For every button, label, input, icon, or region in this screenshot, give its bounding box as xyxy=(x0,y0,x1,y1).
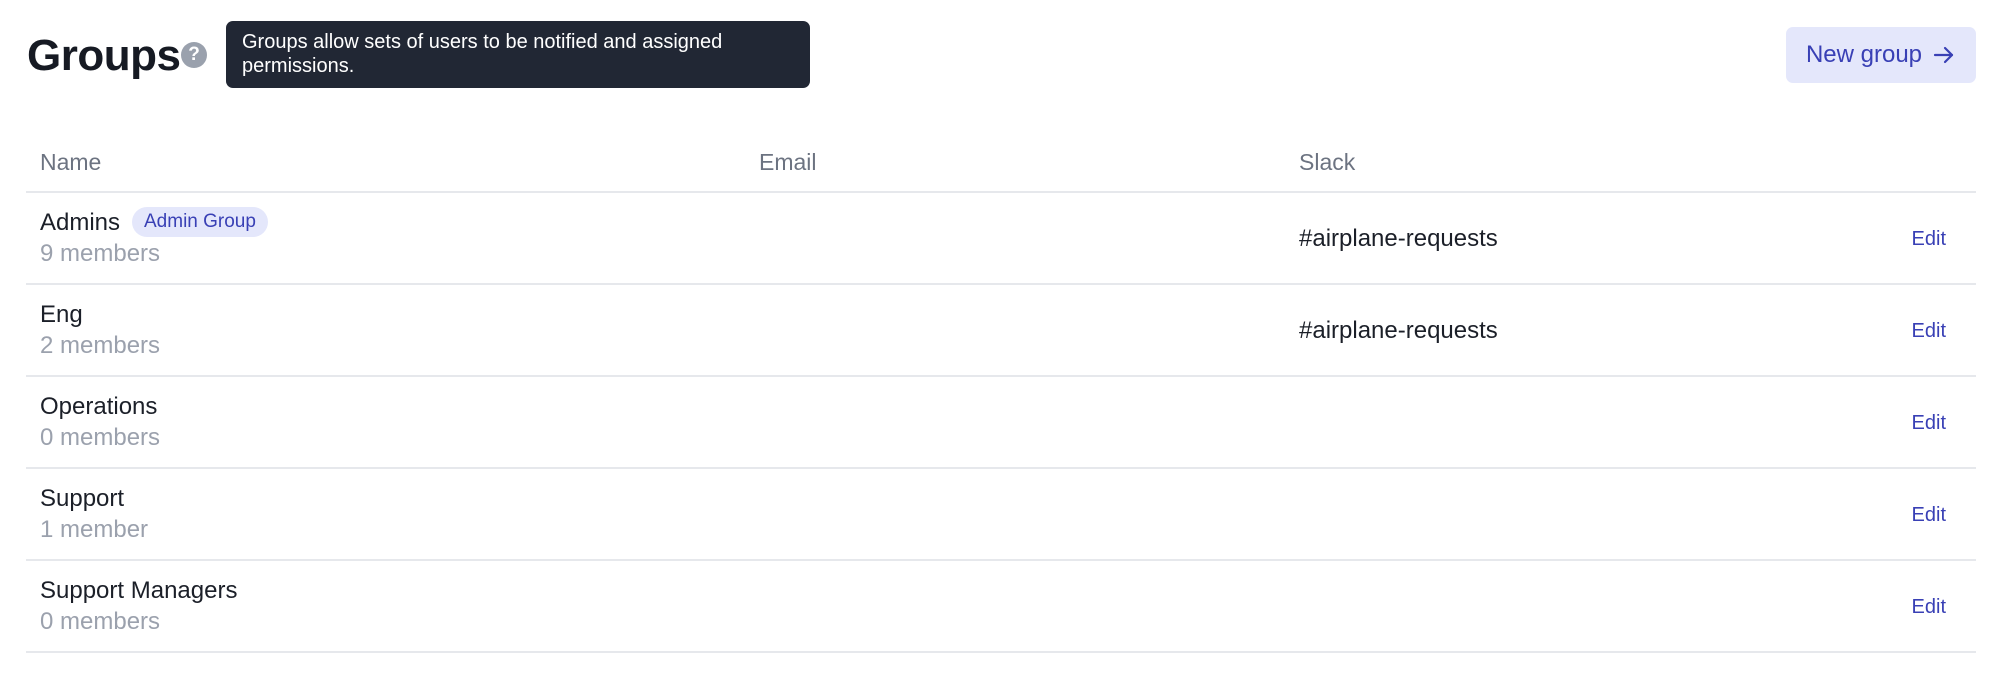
help-circle-icon[interactable]: ? xyxy=(181,42,207,68)
table-row: Eng 2 members #airplane-requests Edit xyxy=(26,285,1976,377)
edit-link[interactable]: Edit xyxy=(1912,226,1946,252)
admin-group-badge: Admin Group xyxy=(132,207,268,237)
edit-link[interactable]: Edit xyxy=(1912,410,1946,436)
member-count: 0 members xyxy=(40,424,161,451)
page-header: Groups ? Groups allow sets of users to b… xyxy=(26,0,1976,112)
column-header-name: Name xyxy=(40,149,102,175)
table-header: Name Email Slack xyxy=(26,112,1976,193)
page-title: Groups xyxy=(27,31,181,80)
edit-link[interactable]: Edit xyxy=(1912,502,1946,528)
table-row: Support Managers 0 members Edit xyxy=(26,561,1976,653)
groups-page: Groups ? Groups allow sets of users to b… xyxy=(26,0,1976,653)
group-name[interactable]: Admins xyxy=(40,208,120,238)
group-name[interactable]: Support xyxy=(40,484,124,514)
column-header-email: Email xyxy=(759,149,817,175)
edit-link[interactable]: Edit xyxy=(1912,318,1946,344)
slack-channel: #airplane-requests xyxy=(1299,317,1498,344)
new-group-button[interactable]: New group xyxy=(1786,27,1976,83)
groups-table: Name Email Slack Admins Admin Group 9 me… xyxy=(26,112,1976,653)
group-name[interactable]: Support Managers xyxy=(40,576,237,606)
table-row: Admins Admin Group 9 members #airplane-r… xyxy=(26,193,1976,285)
new-group-label: New group xyxy=(1805,41,1923,68)
group-name[interactable]: Operations xyxy=(40,392,157,422)
column-header-slack: Slack xyxy=(1299,149,1356,175)
member-count: 9 members xyxy=(40,240,161,267)
group-name[interactable]: Eng xyxy=(40,300,83,330)
member-count: 0 members xyxy=(40,608,161,635)
table-row: Operations 0 members Edit xyxy=(26,377,1976,469)
help-tooltip: Groups allow sets of users to be notifie… xyxy=(226,21,810,88)
edit-link[interactable]: Edit xyxy=(1912,594,1946,620)
member-count: 1 member xyxy=(40,516,149,543)
arrow-right-icon xyxy=(1932,43,1956,67)
member-count: 2 members xyxy=(40,332,161,359)
table-row: Support 1 member Edit xyxy=(26,469,1976,561)
slack-channel: #airplane-requests xyxy=(1299,225,1498,252)
